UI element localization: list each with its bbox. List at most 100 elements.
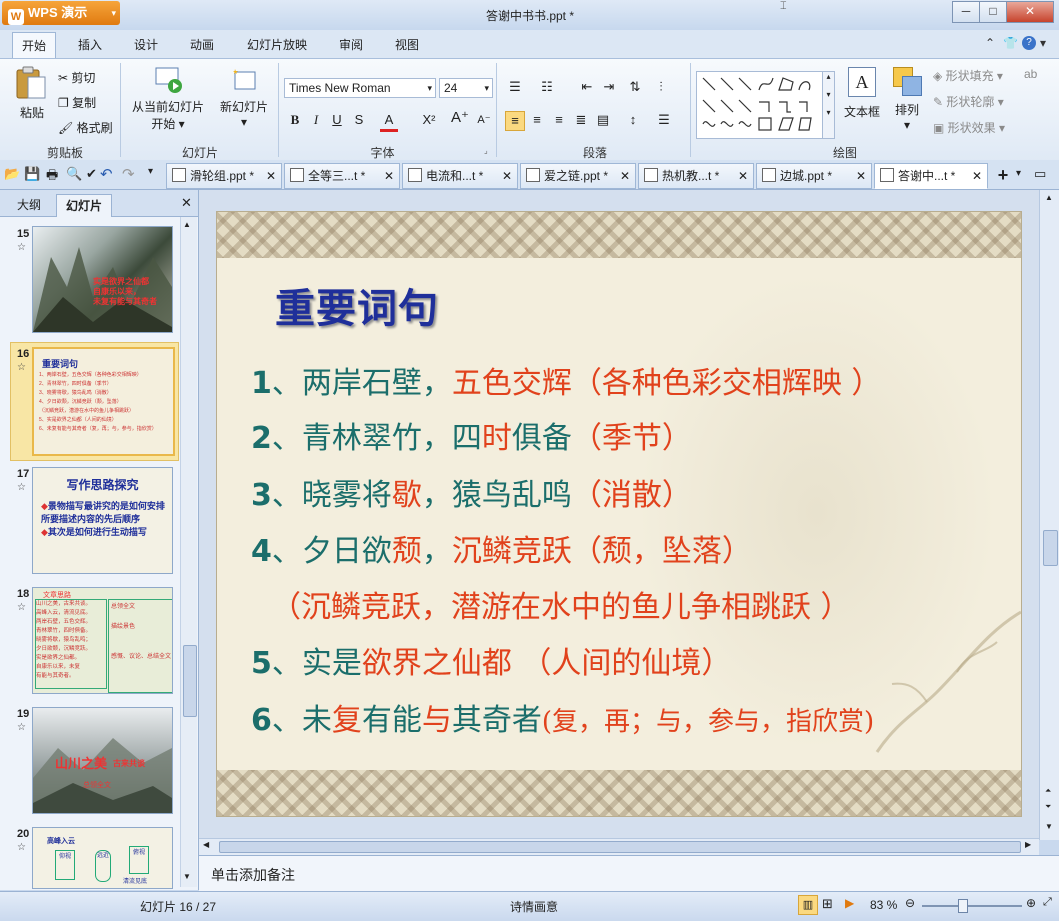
shapes-gallery[interactable] <box>696 71 824 139</box>
align-right-button[interactable]: ≡ <box>550 111 568 129</box>
arrange-button[interactable]: 排列 ▾ <box>890 67 924 132</box>
tab-start[interactable]: 开始 <box>12 32 57 59</box>
close-button[interactable]: ✕ <box>1006 1 1054 23</box>
save-icon[interactable]: 💾 <box>24 166 40 182</box>
collapse-ribbon-icon[interactable]: ⌃ <box>985 36 995 50</box>
strikethrough-button[interactable]: S <box>350 111 368 129</box>
numbering-button[interactable]: ☷ <box>538 78 556 96</box>
doc-tab[interactable]: 滑轮组.ppt * ✕ <box>166 163 282 189</box>
format-painter-button[interactable]: 🖌 格式刷 <box>58 119 113 136</box>
doc-tab[interactable]: 电流和...t * ✕ <box>402 163 518 189</box>
zoom-out-icon[interactable]: ⊖ <box>905 896 915 910</box>
close-icon[interactable]: ✕ <box>738 164 748 188</box>
vertical-scrollbar[interactable]: ▲ ⏶ ⏷ ▼ <box>1039 190 1059 840</box>
slide-sorter-icon[interactable]: ⊞ <box>822 896 833 912</box>
tab-insert[interactable]: 插入 <box>69 35 111 55</box>
line-spacing-button[interactable]: ↕ <box>624 111 642 129</box>
grow-font-button[interactable]: A⁺ <box>451 109 469 127</box>
fit-window-icon[interactable]: ⤢ <box>1043 896 1052 909</box>
align-text-button[interactable]: ⫶ <box>652 78 670 96</box>
spellcheck-icon[interactable]: ✔ <box>86 166 97 182</box>
tab-slides[interactable]: 幻灯片 <box>56 194 113 217</box>
new-slide-button[interactable]: 新幻灯片 ▾ <box>214 65 274 129</box>
tab-outline[interactable]: 大纲 <box>8 194 50 216</box>
slide-thumbnail[interactable]: 高峰入云 仰视 远近 俯视 清流见底 <box>32 827 173 889</box>
shape-effect-button[interactable]: ▣ 形状效果 ▾ <box>933 119 1005 136</box>
redo-icon[interactable]: ↷ <box>122 165 135 183</box>
close-icon[interactable]: ✕ <box>181 195 192 211</box>
text-direction-button[interactable]: ⇅ <box>626 78 644 96</box>
doc-tab[interactable]: 边城.ppt * ✕ <box>756 163 872 189</box>
slide-thumbnail[interactable]: 文章思路 山川之美，古来共谈。 高峰入云，清流见底。 两岸石壁，五色交辉。 青林… <box>32 587 173 694</box>
skin-icon[interactable]: 👕 <box>1003 36 1018 50</box>
columns-button[interactable]: ☰ <box>655 111 673 129</box>
scroll-thumb[interactable] <box>1043 530 1058 566</box>
tab-slideshow[interactable]: 幻灯片放映 <box>238 35 316 55</box>
close-icon[interactable]: ✕ <box>502 164 512 188</box>
close-icon[interactable]: ✕ <box>856 164 866 188</box>
close-icon[interactable]: ✕ <box>384 164 394 188</box>
tab-design[interactable]: 设计 <box>125 35 167 55</box>
window-list-icon[interactable]: ▭ <box>1034 166 1046 182</box>
justify-button[interactable]: ≣ <box>572 111 590 129</box>
next-slide-icon[interactable]: ⏷ <box>1045 802 1051 812</box>
doc-tab-active[interactable]: 答谢中...t * ✕ <box>874 163 988 189</box>
slide-thumbnail[interactable]: 实是欲界之仙都 自康乐以来， 未复有能与其奇者 <box>32 226 173 333</box>
chevron-down-icon[interactable]: ▾ <box>1016 168 1021 179</box>
doc-tab[interactable]: 热机教...t * ✕ <box>638 163 754 189</box>
zoom-in-icon[interactable]: ⊕ <box>1026 896 1036 910</box>
prev-slide-icon[interactable]: ⏶ <box>1045 786 1051 796</box>
slide-thumbnail[interactable]: 写作思路探究 ◆景物描写最讲究的是如何安排所要描述内容的先后顺序 ◆其次是如何进… <box>32 467 173 574</box>
font-color-button[interactable]: A <box>380 111 398 132</box>
scroll-right-icon[interactable]: ▶ <box>1025 840 1031 849</box>
align-left-button[interactable]: ≡ <box>505 111 525 131</box>
decrease-indent-button[interactable]: ⇤ <box>578 78 596 96</box>
shrink-font-button[interactable]: A⁻ <box>475 111 493 129</box>
paste-button[interactable]: 粘贴 <box>14 65 50 125</box>
new-tab-button[interactable]: + <box>992 164 1014 186</box>
open-icon[interactable]: 📂 <box>4 166 20 182</box>
tab-view[interactable]: 视图 <box>386 35 428 55</box>
tab-animation[interactable]: 动画 <box>181 35 223 55</box>
bold-button[interactable]: B <box>286 111 304 129</box>
scroll-left-icon[interactable]: ◀ <box>203 840 209 849</box>
play-from-current-button[interactable]: 从当前幻灯片 开始 ▾ <box>128 65 208 132</box>
increase-indent-button[interactable]: ⇥ <box>600 78 618 96</box>
slide-thumbnail[interactable]: 山川之美 古来共谈 总领全文 <box>32 707 173 814</box>
undo-icon[interactable]: ↶ <box>100 165 113 183</box>
font-dialog-launcher-icon[interactable]: ⌟ <box>484 146 488 155</box>
zoom-slider-thumb[interactable] <box>958 899 968 913</box>
font-name-select[interactable]: Times New Roman ▾ <box>284 78 436 98</box>
scroll-up-icon[interactable]: ▲ <box>1045 193 1053 202</box>
cut-button[interactable]: ✂ 剪切 <box>58 69 95 86</box>
notes-pane[interactable]: 单击添加备注 <box>199 855 1059 891</box>
scroll-thumb[interactable] <box>219 841 1021 853</box>
doc-tab[interactable]: 爱之链.ppt * ✕ <box>520 163 636 189</box>
horizontal-scrollbar[interactable]: ◀ ▶ <box>199 838 1039 855</box>
italic-button[interactable]: I <box>307 111 325 129</box>
help-icon[interactable]: ? <box>1022 36 1036 50</box>
zoom-slider[interactable] <box>922 905 1022 907</box>
bullets-button[interactable]: ☰ <box>506 78 524 96</box>
current-slide[interactable]: 重要词句 1、两岸石壁，五色交辉（各种色彩交相辉映 ） 2、青林翠竹，四时俱备（… <box>216 211 1022 817</box>
superscript-button[interactable]: X² <box>420 111 438 129</box>
slideshow-icon[interactable]: ▶ <box>845 896 854 910</box>
scroll-up-icon[interactable]: ▲ <box>183 220 191 229</box>
maximize-button[interactable]: □ <box>979 1 1007 23</box>
close-icon[interactable]: ✕ <box>266 164 276 188</box>
minimize-button[interactable]: ─ <box>952 1 980 23</box>
app-menu-button[interactable]: W WPS 演示 ▾ <box>2 1 120 25</box>
tab-review[interactable]: 审阅 <box>330 35 372 55</box>
customize-icon[interactable]: ▾ <box>148 166 153 177</box>
align-center-button[interactable]: ≡ <box>528 111 546 129</box>
copy-button[interactable]: ❐ 复制 <box>58 94 96 111</box>
distribute-button[interactable]: ▤ <box>594 111 612 129</box>
shapes-scroll[interactable]: ▴ ▾ ▾ <box>822 71 835 139</box>
panel-scrollbar[interactable]: ▲ ▼ <box>180 217 197 887</box>
shape-fill-button[interactable]: ◈ 形状填充 ▾ <box>933 67 1003 84</box>
close-icon[interactable]: ✕ <box>972 164 982 188</box>
print-icon[interactable]: 🖶 <box>46 166 58 188</box>
slide-thumbnail-selected[interactable]: 重要词句 1、两岸石壁，五色交辉（各种色彩交相辉映） 2、青林翠竹，四时俱备（季… <box>32 347 175 456</box>
shape-outline-button[interactable]: ✎ 形状轮廓 ▾ <box>933 93 1004 110</box>
doc-tab[interactable]: 全等三...t * ✕ <box>284 163 400 189</box>
